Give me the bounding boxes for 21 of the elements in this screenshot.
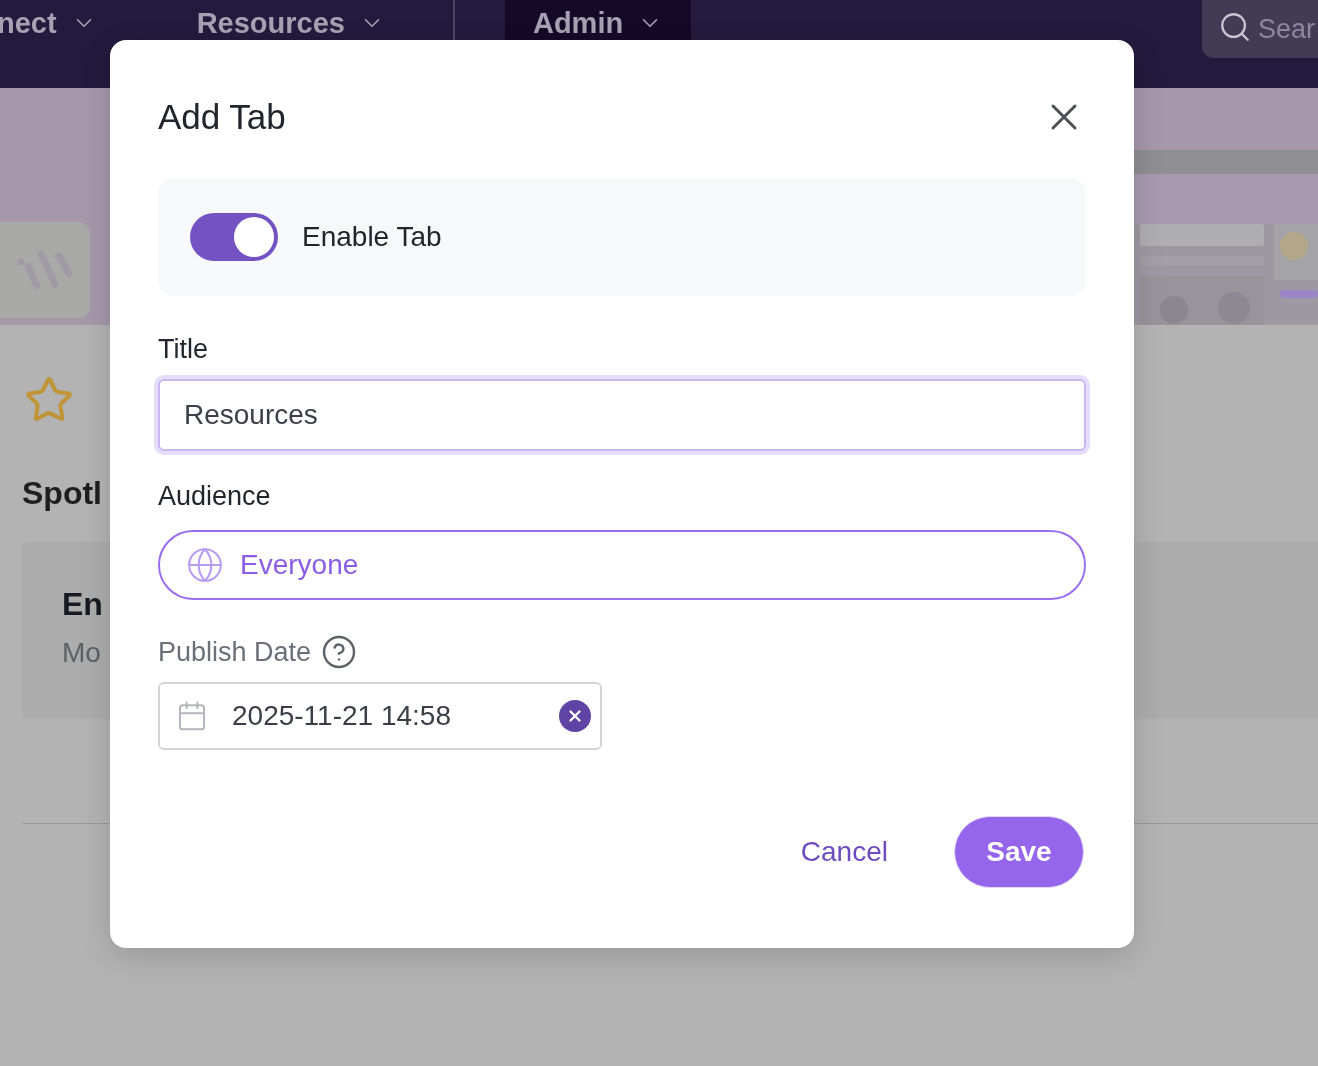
nav-menu-item[interactable]: Resources [168,0,413,56]
toggle-label: Enable Tab [302,221,442,253]
audience-select[interactable]: Everyone [158,530,1086,600]
search-icon [1218,10,1252,44]
clear-icon [566,707,584,725]
search-field[interactable]: Sear [1202,0,1318,58]
help-icon[interactable] [321,634,358,670]
date-field[interactable]: 2025-11-21 14:58 [158,682,602,750]
globe-icon [186,546,224,584]
section-title: Spotl [22,475,102,512]
calendar-icon [176,700,208,732]
field-label: Title [158,334,209,365]
cancel-button[interactable]: Cancel [800,836,888,868]
card-subtitle: Mo [62,637,101,669]
title-input[interactable]: Resources [158,379,1086,451]
enable-tab-toggle[interactable] [190,213,278,261]
save-button[interactable]: Save [954,816,1084,888]
card-title: En [62,586,103,623]
field-label: Audience [158,481,272,512]
field-label: Publish Date [158,636,312,668]
dialog-title: Add Tab [158,97,286,137]
